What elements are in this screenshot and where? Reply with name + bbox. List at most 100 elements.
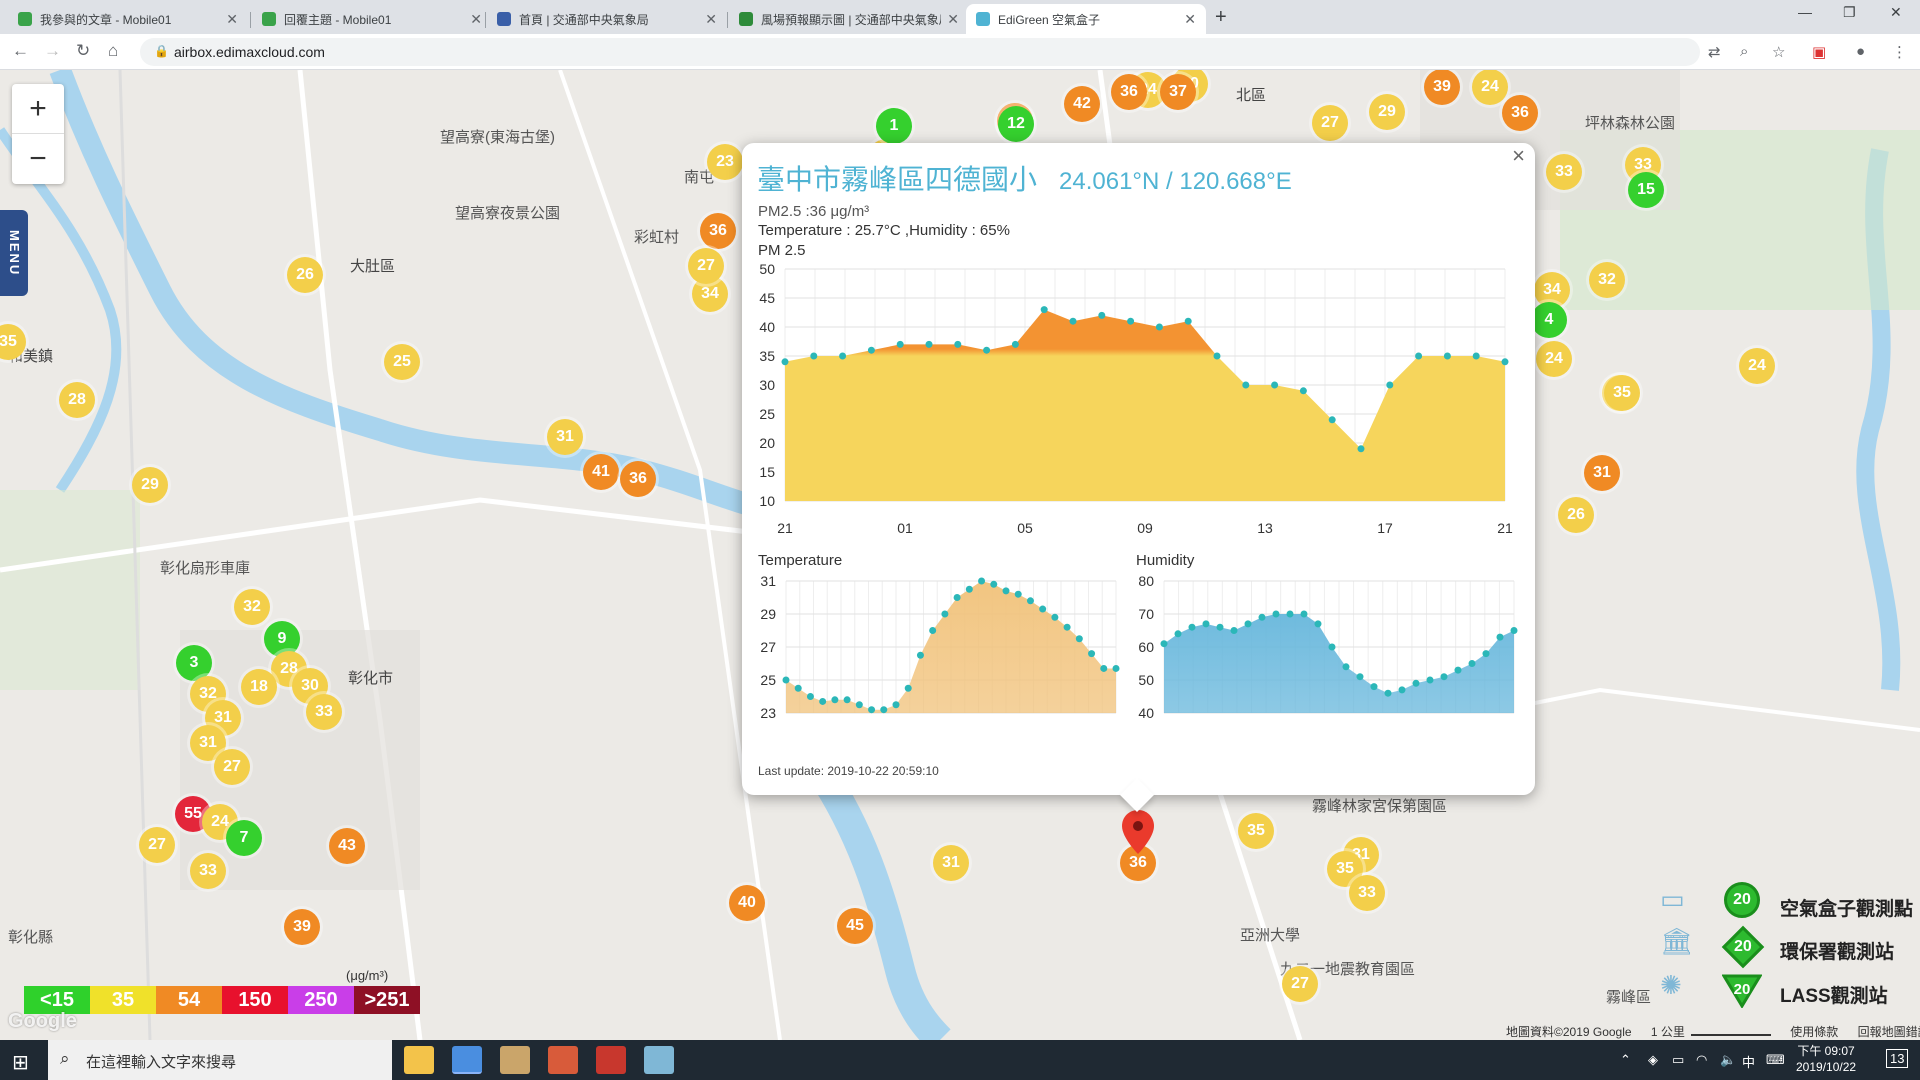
menu-tab[interactable]: MENU bbox=[0, 210, 28, 296]
data-point bbox=[1501, 358, 1509, 366]
station-marker[interactable]: 24 bbox=[1536, 341, 1572, 377]
address-bar[interactable]: 🔒 airbox.edimaxcloud.com bbox=[140, 38, 1700, 66]
bookmark-star-icon[interactable]: ☆ bbox=[1772, 43, 1785, 61]
station-marker[interactable]: 29 bbox=[132, 467, 168, 503]
station-marker[interactable]: 1 bbox=[876, 108, 912, 144]
extension-icon[interactable]: ▣ bbox=[1812, 43, 1826, 61]
station-marker[interactable]: 33 bbox=[1349, 875, 1385, 911]
taskbar-search[interactable]: ⌕ 在這裡輸入文字來搜尋 bbox=[48, 1040, 392, 1080]
forward-icon[interactable]: → bbox=[44, 41, 61, 61]
browser-tab[interactable]: 首頁 | 交通部中央氣象局 ✕ bbox=[487, 4, 727, 34]
station-marker[interactable]: 36 bbox=[700, 213, 736, 249]
station-marker[interactable]: 28 bbox=[59, 382, 95, 418]
station-marker[interactable]: 35 bbox=[1238, 813, 1274, 849]
station-marker[interactable]: 35 bbox=[1604, 375, 1640, 411]
station-marker[interactable]: 25 bbox=[384, 344, 420, 380]
back-icon[interactable]: ← bbox=[12, 41, 29, 61]
station-marker[interactable]: 18 bbox=[241, 669, 277, 705]
station-marker[interactable]: 32 bbox=[1589, 262, 1625, 298]
tab-label: 我參與的文章 - Mobile01 bbox=[40, 12, 172, 27]
station-marker[interactable]: 7 bbox=[226, 820, 262, 856]
taskbar-clock[interactable]: 下午 09:07 2019/10/22 bbox=[1796, 1043, 1856, 1075]
scale-bar bbox=[1690, 1028, 1771, 1036]
station-marker[interactable]: 23 bbox=[707, 144, 743, 180]
account-icon[interactable]: ● bbox=[1856, 43, 1865, 60]
windows-start-icon[interactable]: ⊞ bbox=[12, 1050, 29, 1075]
browser-tab-active[interactable]: EdiGreen 空氣盒子 ✕ bbox=[966, 4, 1206, 34]
close-window-icon[interactable]: ✕ bbox=[1890, 4, 1902, 21]
new-tab-icon[interactable]: + bbox=[1215, 6, 1227, 29]
station-marker[interactable]: 27 bbox=[214, 749, 250, 785]
close-tab-icon[interactable]: ✕ bbox=[705, 11, 717, 28]
selected-location-pin-icon[interactable] bbox=[1122, 810, 1154, 854]
badge-value: 20 bbox=[1734, 981, 1751, 998]
station-marker[interactable]: 33 bbox=[306, 694, 342, 730]
station-marker[interactable]: 4 bbox=[1531, 302, 1567, 338]
tray-shield-icon[interactable]: ◈ bbox=[1648, 1052, 1658, 1068]
station-marker[interactable]: 24 bbox=[1739, 348, 1775, 384]
station-marker[interactable]: 31 bbox=[933, 845, 969, 881]
station-marker[interactable]: 26 bbox=[1558, 497, 1594, 533]
station-marker[interactable]: 29 bbox=[1369, 94, 1405, 130]
taskbar-app-icon[interactable] bbox=[500, 1046, 530, 1074]
home-icon[interactable]: ⌂ bbox=[108, 41, 118, 61]
chrome-icon[interactable] bbox=[452, 1046, 482, 1074]
station-marker[interactable]: 15 bbox=[1628, 172, 1664, 208]
restore-icon[interactable]: ❐ bbox=[1843, 4, 1856, 21]
close-tab-icon[interactable]: ✕ bbox=[226, 11, 238, 28]
tray-volume-icon[interactable]: 🔈 bbox=[1720, 1052, 1736, 1068]
taskbar-app-icon[interactable] bbox=[596, 1046, 626, 1074]
file-explorer-icon[interactable] bbox=[404, 1046, 434, 1074]
station-marker[interactable]: 27 bbox=[1312, 105, 1348, 141]
station-marker[interactable]: 42 bbox=[1064, 86, 1100, 122]
station-marker[interactable]: 33 bbox=[1546, 154, 1582, 190]
translate-icon[interactable]: ⇄ bbox=[1708, 43, 1721, 61]
station-marker[interactable]: 41 bbox=[583, 454, 619, 490]
more-menu-icon[interactable]: ⋮ bbox=[1892, 43, 1907, 61]
station-marker[interactable]: 45 bbox=[837, 908, 873, 944]
minimize-icon[interactable]: — bbox=[1798, 4, 1812, 20]
report-error-link[interactable]: 回報地圖錯誤 bbox=[1858, 1025, 1920, 1039]
station-marker[interactable]: 43 bbox=[329, 828, 365, 864]
zoom-icon[interactable]: ⌕ bbox=[1740, 43, 1748, 60]
terms-link[interactable]: 使用條款 bbox=[1790, 1025, 1838, 1039]
taskbar-app-icon[interactable] bbox=[548, 1046, 578, 1074]
browser-tab[interactable]: 回覆主題 - Mobile01 ✕ bbox=[252, 4, 492, 34]
station-marker[interactable]: 24 bbox=[1472, 70, 1508, 105]
tab-label: 回覆主題 - Mobile01 bbox=[284, 12, 392, 27]
station-marker[interactable]: 40 bbox=[729, 885, 765, 921]
browser-tab[interactable]: 風場預報顯示圖 | 交通部中央氣象局 ✕ bbox=[729, 4, 969, 34]
tray-keyboard-icon[interactable]: ⌨ bbox=[1766, 1052, 1785, 1068]
station-marker[interactable]: 31 bbox=[1584, 455, 1620, 491]
close-tab-icon[interactable]: ✕ bbox=[947, 11, 959, 28]
station-marker[interactable]: 33 bbox=[190, 853, 226, 889]
zoom-in-button[interactable]: + bbox=[12, 84, 64, 134]
station-marker[interactable]: 32 bbox=[234, 589, 270, 625]
taskbar-app-icon[interactable] bbox=[644, 1046, 674, 1074]
data-point bbox=[1160, 640, 1168, 648]
station-marker[interactable]: 36 bbox=[1502, 95, 1538, 131]
station-marker[interactable]: 31 bbox=[547, 419, 583, 455]
zoom-out-button[interactable]: − bbox=[12, 134, 64, 184]
popup-close-button[interactable]: × bbox=[1512, 143, 1525, 169]
tray-battery-icon[interactable]: ▭ bbox=[1672, 1052, 1684, 1068]
tray-wifi-icon[interactable]: ◠ bbox=[1696, 1052, 1707, 1068]
station-marker[interactable]: 36 bbox=[620, 461, 656, 497]
station-marker[interactable]: 27 bbox=[139, 827, 175, 863]
station-marker[interactable]: 12 bbox=[998, 106, 1034, 142]
station-marker[interactable]: 26 bbox=[287, 257, 323, 293]
ime-indicator[interactable]: 中 bbox=[1742, 1052, 1755, 1071]
station-marker[interactable]: 39 bbox=[1424, 70, 1460, 105]
station-marker[interactable]: 37 bbox=[1160, 74, 1196, 110]
tray-chevron-icon[interactable]: ⌃ bbox=[1620, 1052, 1631, 1068]
notification-center-icon[interactable]: 13 bbox=[1886, 1049, 1909, 1068]
reload-icon[interactable]: ↻ bbox=[76, 41, 90, 61]
station-marker[interactable]: 36 bbox=[1111, 74, 1147, 110]
browser-tab[interactable]: 我參與的文章 - Mobile01 ✕ bbox=[8, 4, 248, 34]
station-marker[interactable]: 39 bbox=[284, 909, 320, 945]
data-point bbox=[867, 346, 875, 354]
close-tab-icon[interactable]: ✕ bbox=[1184, 11, 1196, 28]
station-marker[interactable]: 27 bbox=[1282, 966, 1318, 1002]
station-marker[interactable]: 27 bbox=[688, 248, 724, 284]
close-tab-icon[interactable]: ✕ bbox=[470, 11, 482, 28]
